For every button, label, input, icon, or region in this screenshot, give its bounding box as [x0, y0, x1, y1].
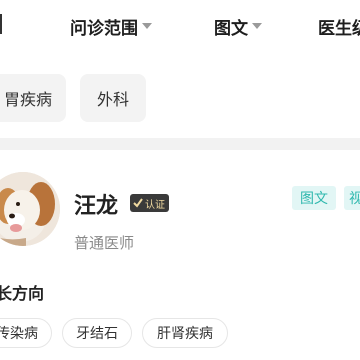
doctor-name: 汪龙	[74, 194, 119, 219]
filter-consult-range[interactable]: 问诊范围	[70, 14, 152, 39]
dog-photo-icon	[0, 172, 60, 246]
verified-badge-label: 认证	[145, 199, 165, 211]
filter-consult-range-label: 问诊范围	[70, 18, 138, 39]
verified-badge: 认证	[130, 194, 169, 212]
doctor-title: 普通医师	[74, 234, 135, 252]
filter-divider	[0, 14, 2, 34]
check-icon	[133, 198, 143, 208]
caret-down-icon	[252, 23, 262, 29]
specialty-heading: 长方向	[0, 284, 45, 303]
doctor-card[interactable]: 汪龙 认证 图文 视 普通医师 长方向 传染病 牙结石 肝肾疾病	[0, 150, 360, 360]
caret-down-icon	[142, 23, 152, 29]
department-chips: 胃疾病 外科	[0, 54, 360, 138]
filter-consult-type-label: 图文	[214, 18, 248, 39]
specialty-tag: 肝肾疾病	[142, 318, 228, 348]
specialty-tag: 牙结石	[62, 318, 132, 348]
specialty-tag: 传染病	[0, 318, 52, 348]
doctor-avatar	[0, 172, 60, 246]
filter-bar: 问诊范围 图文 医生级	[0, 0, 360, 54]
filter-doctor-level[interactable]: 医生级	[318, 14, 360, 39]
section-divider	[0, 138, 360, 150]
service-tag-text: 图文	[292, 186, 336, 210]
doctor-list-page: 问诊范围 图文 医生级 胃疾病 外科	[0, 0, 360, 360]
service-tag-video: 视	[344, 186, 360, 210]
filter-doctor-level-label: 医生级	[318, 18, 360, 39]
department-chip[interactable]: 外科	[80, 74, 146, 122]
department-chip[interactable]: 胃疾病	[0, 74, 66, 122]
filter-consult-type[interactable]: 图文	[214, 14, 262, 39]
